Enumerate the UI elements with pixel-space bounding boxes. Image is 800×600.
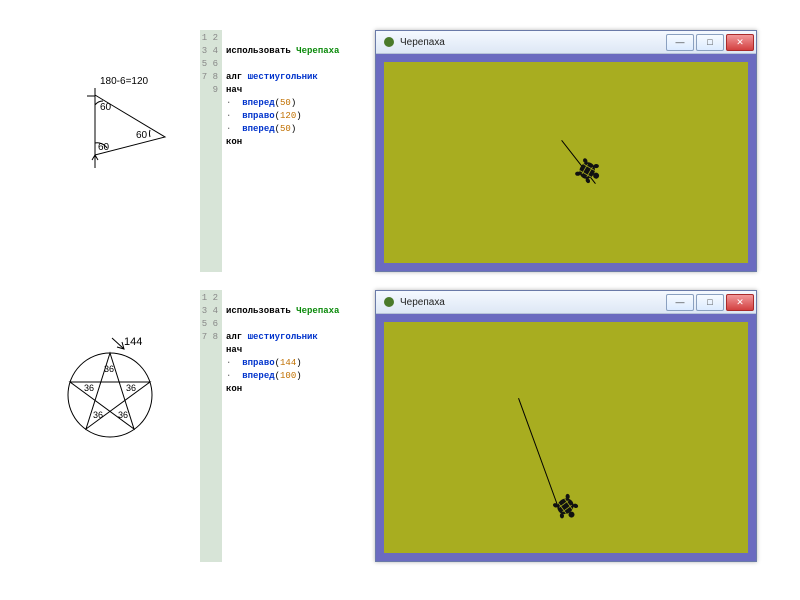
line-gutter: 1 2 3 4 5 6 7 8 9: [200, 30, 222, 272]
turtle-canvas: [384, 62, 748, 263]
window-title: Черепаха: [400, 37, 666, 48]
turtle-app-icon: [382, 295, 396, 309]
star-outer-angle: 144: [124, 336, 142, 348]
turtle-window-1: Черепаха — □ ✕: [375, 30, 757, 272]
close-button[interactable]: ✕: [726, 294, 754, 311]
code-editor-2: 1 2 3 4 5 6 7 8 использовать Черепаха ал…: [200, 290, 375, 562]
canvas-frame: [376, 314, 756, 561]
svg-text:36: 36: [93, 410, 103, 420]
svg-text:36: 36: [84, 383, 94, 393]
turtle-window-2: Черепаха — □ ✕: [375, 290, 757, 562]
line-gutter: 1 2 3 4 5 6 7 8: [200, 290, 222, 562]
minimize-button[interactable]: —: [666, 34, 694, 51]
close-button[interactable]: ✕: [726, 34, 754, 51]
turtle-app-icon: [382, 35, 396, 49]
svg-text:36: 36: [118, 410, 128, 420]
maximize-button[interactable]: □: [696, 34, 724, 51]
svg-text:36: 36: [126, 383, 136, 393]
formula-text: 180-6=120: [100, 76, 149, 87]
code-editor-1: 1 2 3 4 5 6 7 8 9 использовать Черепаха …: [200, 30, 375, 272]
svg-text:60: 60: [98, 142, 110, 153]
star-diagram: 144 36 36 36 36 36: [0, 290, 200, 562]
minimize-button[interactable]: —: [666, 294, 694, 311]
triangle-diagram: 180-6=120 60 60 60: [0, 30, 200, 272]
window-title: Черепаха: [400, 297, 666, 308]
turtle-trail: [518, 398, 558, 506]
svg-text:60: 60: [100, 102, 112, 113]
turtle-canvas: [384, 322, 748, 553]
canvas-frame: [376, 54, 756, 271]
svg-text:36: 36: [104, 364, 114, 374]
maximize-button[interactable]: □: [696, 294, 724, 311]
svg-text:60: 60: [136, 130, 148, 141]
